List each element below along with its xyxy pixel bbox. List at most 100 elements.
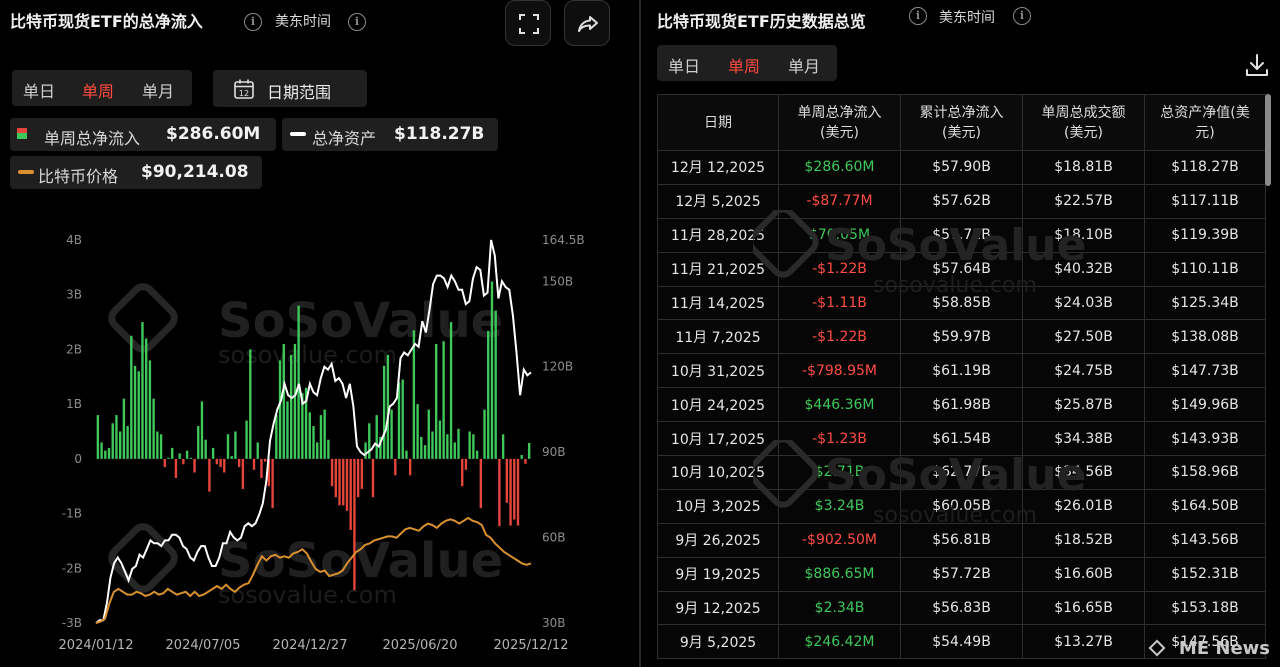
inflow-bar[interactable] (401, 379, 404, 459)
inflow-bar[interactable] (498, 458, 501, 527)
inflow-bar[interactable] (520, 455, 523, 459)
inflow-bar[interactable] (427, 409, 430, 459)
inflow-bar[interactable] (96, 415, 100, 459)
info-icon[interactable]: i (348, 13, 366, 31)
inflow-bar[interactable] (316, 442, 319, 459)
flow-chart[interactable]: SoSoValuesosovalue.comSoSoValuesosovalue… (0, 225, 640, 667)
table-row[interactable]: 12月 12,2025 $286.60M $57.90B $18.81B $118.27… (657, 150, 1266, 185)
inflow-bar[interactable] (159, 434, 163, 459)
table-row[interactable]: 10月 10,2025 $2.71B $62.77B $34.56B $158.96B (657, 455, 1266, 490)
inflow-bar[interactable] (237, 458, 241, 468)
inflow-bar[interactable] (405, 450, 408, 459)
inflow-bar[interactable] (219, 458, 222, 468)
inflow-bar[interactable] (297, 305, 300, 459)
inflow-bar[interactable] (100, 442, 103, 459)
table-row[interactable]: 10月 3,2025 $3.24B $60.05B $26.01B $164.50B (657, 488, 1266, 524)
inflow-bar[interactable] (204, 439, 207, 459)
inflow-bar[interactable] (356, 458, 360, 498)
share-button[interactable] (564, 0, 610, 46)
inflow-bar[interactable] (501, 434, 505, 459)
inflow-bar[interactable] (226, 434, 230, 459)
inflow-bar[interactable] (505, 458, 509, 503)
inflow-bar[interactable] (435, 343, 438, 459)
inflow-bar[interactable] (185, 450, 189, 459)
inflow-bar[interactable] (345, 458, 349, 511)
inflow-bar[interactable] (494, 310, 497, 459)
inflow-bar[interactable] (527, 442, 531, 459)
inflow-bar[interactable] (516, 458, 520, 526)
inflow-bar[interactable] (308, 412, 311, 459)
table-row[interactable]: 11月 7,2025 -$1.22B $59.97B $27.50B $138.08B (657, 319, 1266, 355)
inflow-bar[interactable] (416, 404, 419, 459)
inflow-bar[interactable] (408, 458, 412, 476)
inflow-bar[interactable] (148, 360, 152, 459)
inflow-bar[interactable] (420, 436, 423, 459)
tab-monthly[interactable]: 单月 (788, 53, 820, 77)
inflow-bar[interactable] (256, 442, 259, 459)
inflow-bar[interactable] (368, 423, 371, 459)
inflow-bar[interactable] (223, 458, 226, 473)
inflow-bar[interactable] (275, 415, 278, 459)
legend-assets[interactable]: 总净资产 $118.27B (282, 118, 498, 151)
info-icon[interactable]: i (1013, 7, 1031, 25)
inflow-bar[interactable] (126, 426, 129, 459)
inflow-bar[interactable] (230, 456, 233, 459)
inflow-bar[interactable] (252, 458, 256, 470)
table-row[interactable]: 12月 5,2025 -$87.77M $57.62B $22.57B $117.11B (657, 183, 1266, 219)
inflow-bar[interactable] (249, 349, 252, 459)
inflow-bar[interactable] (178, 453, 181, 459)
inflow-bar[interactable] (171, 447, 174, 459)
inflow-bar[interactable] (133, 365, 137, 459)
inflow-bar[interactable] (390, 409, 393, 459)
inflow-bar[interactable] (342, 458, 345, 506)
inflow-bar[interactable] (182, 458, 185, 465)
inflow-bar[interactable] (334, 458, 337, 498)
inflow-bar[interactable] (278, 360, 282, 459)
inflow-bar[interactable] (200, 401, 204, 459)
inflow-bar[interactable] (245, 420, 248, 459)
inflow-bar[interactable] (122, 398, 126, 459)
column-header-nav[interactable]: 总资产净值(美 元) (1144, 94, 1266, 151)
inflow-bar[interactable] (338, 458, 341, 506)
table-row[interactable]: 9月 12,2025 $2.34B $56.83B $16.65B $153.18B (657, 590, 1266, 626)
legend-inflow[interactable]: 单周总净流入 $286.60M (10, 118, 276, 151)
inflow-bar[interactable] (323, 409, 326, 459)
inflow-bar[interactable] (364, 442, 367, 459)
inflow-bar[interactable] (453, 442, 456, 459)
table-row[interactable]: 10月 24,2025 $446.36M $61.98B $25.87B $149.96… (657, 387, 1266, 423)
inflow-bar[interactable] (107, 447, 111, 459)
inflow-bar[interactable] (509, 458, 512, 526)
inflow-bar[interactable] (487, 330, 490, 459)
inflow-bar[interactable] (115, 415, 118, 459)
tab-monthly[interactable]: 单月 (142, 78, 174, 102)
inflow-bar[interactable] (490, 281, 494, 459)
inflow-bar[interactable] (319, 415, 323, 459)
inflow-bar[interactable] (215, 458, 219, 465)
inflow-bar[interactable] (197, 426, 200, 459)
inflow-bar[interactable] (152, 398, 155, 459)
table-row[interactable]: 10月 31,2025 -$798.95M $61.19B $24.75B $147.7… (657, 353, 1266, 389)
tab-daily[interactable]: 单日 (668, 53, 700, 77)
inflow-bar[interactable] (513, 458, 516, 520)
info-icon[interactable]: i (909, 7, 927, 25)
inflow-bar[interactable] (475, 450, 479, 459)
inflow-bar[interactable] (449, 322, 453, 459)
inflow-bar[interactable] (163, 458, 166, 468)
inflow-bar[interactable] (104, 450, 107, 459)
column-header-weekly-flow[interactable]: 单周总净流入 (美元) (778, 94, 901, 151)
inflow-bar[interactable] (260, 458, 263, 479)
table-row[interactable]: 11月 21,2025 -$1.22B $57.64B $40.32B $110.11B (657, 251, 1266, 287)
inflow-bar[interactable] (312, 426, 315, 459)
inflow-bar[interactable] (457, 428, 460, 459)
table-row[interactable]: 9月 26,2025 -$902.50M $56.81B $18.52B $143.56… (657, 522, 1266, 558)
inflow-bar[interactable] (208, 458, 211, 492)
inflow-bar[interactable] (464, 458, 468, 470)
inflow-bar[interactable] (375, 415, 378, 459)
inflow-bar[interactable] (290, 354, 293, 459)
inflow-bar[interactable] (394, 458, 397, 476)
fullscreen-button[interactable] (505, 0, 551, 46)
inflow-bar[interactable] (293, 343, 297, 459)
inflow-bar[interactable] (349, 458, 352, 530)
inflow-bar[interactable] (111, 423, 114, 459)
inflow-bar[interactable] (371, 458, 375, 498)
